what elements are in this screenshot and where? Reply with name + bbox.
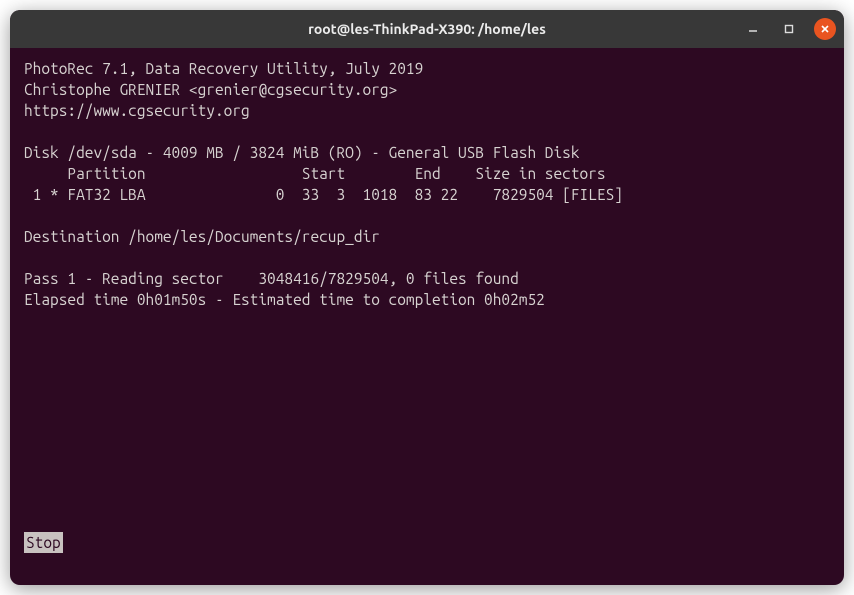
time-line: Elapsed time 0h01m50s - Estimated time t…: [24, 291, 545, 308]
pass-line: Pass 1 - Reading sector 3048416/7829504,…: [24, 270, 519, 287]
window-controls: [742, 10, 836, 48]
app-url-line: https://www.cgsecurity.org: [24, 102, 250, 119]
minimize-button[interactable]: [742, 18, 764, 40]
maximize-button[interactable]: [778, 18, 800, 40]
maximize-icon: [783, 23, 795, 35]
destination-line: Destination /home/les/Documents/recup_di…: [24, 228, 380, 245]
app-author-line: Christophe GRENIER <grenier@cgsecurity.o…: [24, 81, 397, 98]
partition-header: Partition Start End Size in sectors: [24, 165, 606, 182]
terminal-content: PhotoRec 7.1, Data Recovery Utility, Jul…: [10, 48, 844, 324]
close-icon: [819, 23, 831, 35]
stop-button[interactable]: Stop: [24, 532, 63, 553]
minimize-icon: [747, 23, 759, 35]
disk-line: Disk /dev/sda - 4009 MB / 3824 MiB (RO) …: [24, 144, 580, 161]
window-title: root@les-ThinkPad-X390: /home/les: [10, 21, 844, 37]
partition-row: 1 * FAT32 LBA 0 33 3 1018 83 22 7829504 …: [24, 186, 623, 203]
action-row: Stop: [24, 532, 63, 553]
title-bar[interactable]: root@les-ThinkPad-X390: /home/les: [10, 10, 844, 48]
app-name-line: PhotoRec 7.1, Data Recovery Utility, Jul…: [24, 60, 423, 77]
close-button[interactable]: [814, 18, 836, 40]
terminal-window: root@les-ThinkPad-X390: /home/les PhotoR…: [10, 10, 844, 585]
